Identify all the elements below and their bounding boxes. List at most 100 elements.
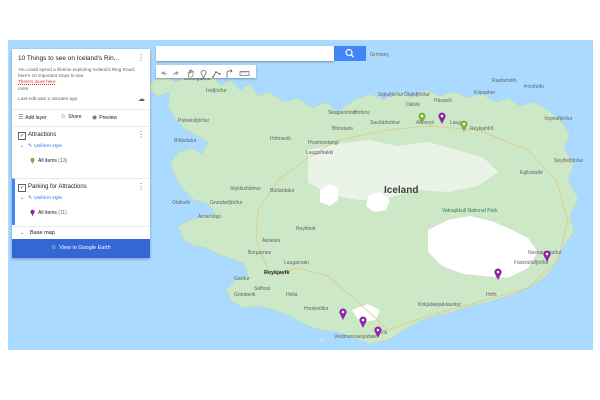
map-label-seydisfjordur: Seyðisfjörður	[554, 158, 584, 164]
chevron-down-icon: ⌄	[20, 230, 25, 236]
parking-pin[interactable]	[374, 326, 382, 338]
share-map-icon[interactable]: ☁	[138, 95, 145, 103]
parking-pin-icon	[30, 209, 35, 216]
layer-checkbox[interactable]: ✓	[18, 184, 26, 192]
draw-line-button[interactable]	[211, 66, 222, 78]
more-options-icon[interactable]: ⋮	[137, 54, 145, 62]
map-label-thorshofn: Þórshöfn	[524, 84, 545, 90]
redo-button[interactable]	[171, 66, 182, 77]
search-input[interactable]	[160, 50, 334, 66]
map-label-hvolsvollur: Hvolsvöllur	[304, 306, 329, 312]
paint-roller-icon: ✎	[28, 144, 33, 149]
view-in-google-earth-button[interactable]: ☉ View in Google Earth	[12, 239, 150, 258]
preview-button[interactable]: ◉ Preview	[92, 114, 117, 121]
search-button[interactable]	[334, 46, 366, 61]
layer-style-link[interactable]: ⌄ ✎ Uniform style	[20, 144, 62, 149]
marker-icon	[200, 70, 207, 79]
map-label-borgarnes: Borgarnes	[248, 250, 272, 256]
add-layer-button[interactable]: ☰ Add layer	[18, 114, 47, 121]
map-label-reykholt: Reykholt	[296, 226, 316, 232]
map-label-grimsey: Grímsey	[370, 52, 389, 58]
ruler-icon	[239, 71, 250, 76]
line-icon	[212, 71, 221, 78]
parking-pin[interactable]	[339, 308, 347, 320]
person-add-icon: ☺	[60, 114, 67, 120]
layer-name[interactable]: Parking for Attractions	[28, 184, 87, 190]
map-label-dalvik: Dalvík	[406, 102, 420, 108]
map-label-saudarkrokur: Sauðárkrókur	[370, 120, 401, 126]
map-label-patreksfjordur: Patreksfjörður	[178, 118, 210, 124]
map-label-olafsfjordur: Ólafsfjörður	[404, 92, 430, 98]
map-label-hvammstangi: Hvammstangi	[308, 140, 339, 146]
share-label: Share	[68, 114, 82, 120]
layer-name[interactable]: Attractions	[28, 132, 56, 138]
map-frame: Iceland Vatnajökull National Park Reykja…	[8, 40, 593, 350]
earth-button-label: View in Google Earth	[59, 245, 111, 251]
map-label-laugarbakki: Laugarbakki	[306, 150, 334, 156]
undo-button[interactable]	[158, 66, 169, 77]
map-label-grindavik: Grindavík	[234, 292, 256, 298]
map-label-hofn: Höfn	[486, 292, 497, 298]
map-label-hella: Hella	[286, 292, 298, 298]
hand-icon	[187, 69, 194, 78]
layer-parking: ✓ Parking for Attractions ⋮ ⌄ ✎ Uniform st…	[12, 178, 150, 225]
map-label-iceland: Iceland	[384, 185, 419, 196]
map-label-vopnafjordur: Vopnafjörður	[544, 116, 573, 122]
layer-style-label: Uniform style	[34, 144, 63, 149]
last-edit-text: Last edit was 2 minutes ago	[18, 97, 78, 102]
attraction-pin[interactable]	[460, 120, 468, 132]
share-button[interactable]: ☺ Share	[60, 114, 81, 120]
parking-pin[interactable]	[543, 250, 551, 262]
map-toolbar	[156, 65, 256, 79]
map-label-laugarvatn: Laugarvatn	[284, 260, 310, 266]
parking-pin[interactable]	[494, 268, 502, 280]
map-label-arnarstapi: Arnarstapi	[198, 214, 221, 220]
layer-options-icon[interactable]: ⋮	[137, 131, 145, 139]
directions-button[interactable]	[224, 66, 235, 78]
all-items-row[interactable]: All items (13)	[38, 158, 67, 164]
more-link[interactable]: There's more here	[18, 79, 55, 84]
map-label-bildudalur: Bíldudalur	[174, 138, 197, 144]
all-items-label: All items	[38, 210, 57, 216]
layer-attractions: ✓ Attractions ⋮ ⌄ ✎ Uniform style All item…	[12, 129, 150, 173]
map-label-skagastrond: Skagaströnd	[328, 110, 357, 116]
map-label-selfoss: Selfoss	[254, 286, 271, 292]
attraction-pin-icon	[30, 157, 35, 164]
map-label-blonduos: Blönduós	[332, 126, 353, 132]
add-marker-button[interactable]	[198, 66, 209, 79]
map-label-vatnajokull: Vatnajökull National Park	[442, 208, 498, 214]
paint-roller-icon: ✎	[28, 196, 33, 201]
map-label-reykjahlid: Reykjahlíð	[470, 126, 494, 132]
add-layer-label: Add layer	[25, 115, 47, 121]
map-label-kopasker: Kópasker	[474, 90, 496, 96]
map-label-reykjavik: Reykjavík	[264, 270, 290, 276]
chevron-down-icon: ⌄	[20, 144, 25, 149]
measure-button[interactable]	[239, 66, 250, 77]
map-label-isafjordur: Ísafjörður	[206, 88, 227, 94]
all-items-label: All items	[38, 158, 57, 164]
item-count: (11)	[58, 210, 67, 216]
map-label-hofsos: Hofsós	[354, 110, 370, 116]
map-label-egilsstadir: Egilsstaðir	[520, 170, 544, 176]
all-items-row[interactable]: All items (11)	[38, 210, 67, 216]
layer-checkbox[interactable]: ✓	[18, 132, 26, 140]
layers-icon: ☰	[18, 115, 24, 121]
search-box	[156, 46, 334, 66]
redo-icon	[173, 71, 179, 76]
map-title[interactable]: 10 Things to see on Iceland's Rin...	[18, 55, 130, 62]
parking-pin[interactable]	[438, 112, 446, 124]
map-label-raufarhofn: Raufarhöfn	[492, 78, 517, 84]
more-text: more	[18, 86, 29, 91]
layer-options-icon[interactable]: ⋮	[137, 183, 145, 191]
preview-label: Preview	[99, 115, 118, 121]
select-button[interactable]	[185, 66, 196, 78]
layer-style-link[interactable]: ⌄ ✎ Uniform style	[20, 196, 62, 201]
attraction-pin[interactable]	[418, 112, 426, 124]
map-label-grundarfjordur: Grundarfjörður	[210, 200, 243, 206]
map-label-kirkjubaejarklaustur: Kirkjubæjarklaustur	[418, 302, 461, 308]
parking-pin[interactable]	[359, 316, 367, 328]
map-label-gardur: Garður	[234, 276, 250, 282]
layer-style-label: Uniform style	[34, 196, 63, 201]
map-label-budardalur: Búðardalur	[270, 188, 295, 194]
base-map-row[interactable]: ⌄ Base map	[12, 226, 150, 240]
